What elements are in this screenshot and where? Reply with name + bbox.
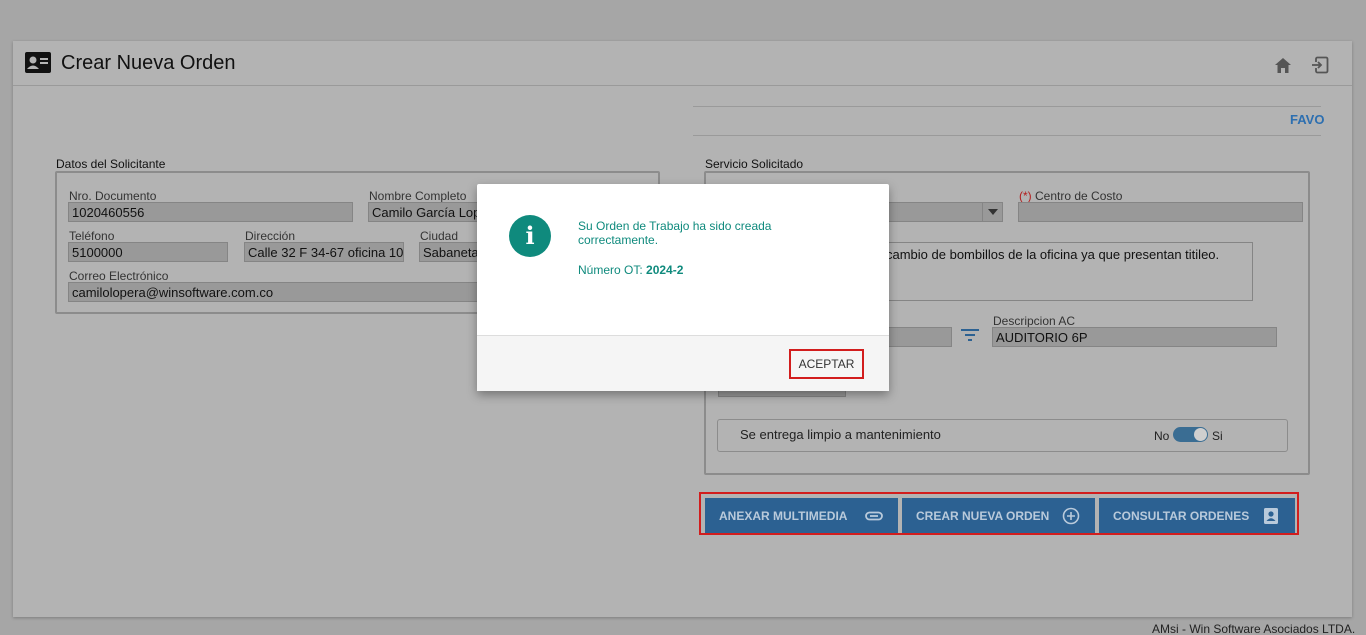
phone-label: Teléfono — [69, 229, 115, 243]
doc-label: Nro. Documento — [69, 189, 157, 203]
desc-ac-field[interactable]: AUDITORIO 6P — [992, 327, 1277, 347]
dialog-message: Su Orden de Trabajo ha sido creada corre… — [578, 219, 772, 247]
required-mark: (*) — [1019, 189, 1032, 203]
logout-icon[interactable] — [1311, 56, 1329, 74]
action-buttons-group: ANEXAR MULTIMEDIA CREAR NUEVA ORDEN CONS… — [699, 492, 1299, 535]
toggle-no-label: No — [1154, 429, 1170, 443]
consult-orders-label: CONSULTAR ORDENES — [1113, 508, 1250, 523]
id-card-icon — [25, 52, 51, 73]
contact-icon — [1264, 508, 1278, 524]
desc-ac-label: Descripcion AC — [993, 314, 1076, 328]
address-field[interactable]: Calle 32 F 34-67 oficina 10 — [244, 242, 404, 262]
servicio-title: Servicio Solicitado — [705, 157, 804, 171]
link-icon — [865, 511, 883, 521]
cost-center-label: (*) Centro de Costo — [1019, 189, 1122, 203]
dialog-body: i Su Orden de Trabajo ha sido creada cor… — [477, 184, 889, 335]
cost-center-label-text: Centro de Costo — [1031, 189, 1123, 203]
clean-delivery-label: Se entrega limpio a mantenimiento — [740, 427, 941, 442]
tab-favorites[interactable]: FAVO — [1290, 112, 1324, 127]
address-label: Dirección — [245, 229, 296, 243]
clean-delivery-toggle[interactable] — [1173, 427, 1208, 442]
city-label: Ciudad — [420, 229, 459, 243]
order-number: Número OT: 2024-2 — [578, 263, 683, 277]
order-number-label: Número OT: — [578, 263, 647, 277]
create-order-button[interactable]: CREAR NUEVA ORDEN — [902, 498, 1095, 533]
footer-text: AMsi - Win Software Asociados LTDA. — [1152, 622, 1356, 635]
ac-code-field[interactable] — [888, 327, 952, 347]
success-dialog: i Su Orden de Trabajo ha sido creada cor… — [477, 184, 889, 391]
filter-icon[interactable] — [961, 328, 979, 342]
tabs-bottom-divider — [693, 135, 1321, 136]
description-textarea[interactable]: cambio de bombillos de la oficina ya que… — [873, 242, 1253, 301]
info-icon: i — [509, 215, 551, 257]
cost-center-field[interactable] — [1018, 202, 1303, 222]
email-label: Correo Electrónico — [69, 269, 169, 283]
attach-multimedia-button[interactable]: ANEXAR MULTIMEDIA — [705, 498, 898, 533]
toggle-si-label: Si — [1212, 429, 1223, 443]
accept-button[interactable]: ACEPTAR — [789, 349, 864, 379]
home-icon[interactable] — [1274, 57, 1292, 74]
solicitante-title: Datos del Solicitante — [56, 157, 166, 171]
create-order-label: CREAR NUEVA ORDEN — [916, 508, 1050, 523]
doc-field[interactable]: 1020460556 — [68, 202, 353, 222]
attach-multimedia-label: ANEXAR MULTIMEDIA — [719, 508, 848, 523]
order-number-value: 2024-2 — [646, 263, 684, 277]
name-label: Nombre Completo — [369, 189, 467, 203]
consult-orders-button[interactable]: CONSULTAR ORDENES — [1099, 498, 1295, 533]
page-title: Crear Nueva Orden — [61, 52, 236, 74]
tabs-top-divider — [693, 106, 1321, 107]
clean-delivery-row: Se entrega limpio a mantenimiento No Si — [717, 419, 1288, 452]
card-header: Crear Nueva Orden — [13, 41, 1352, 86]
toggle-knob — [1194, 428, 1207, 441]
phone-field[interactable]: 5100000 — [68, 242, 228, 262]
dialog-footer: ACEPTAR — [477, 335, 889, 391]
add-circle-icon — [1062, 507, 1080, 525]
chevron-down-icon[interactable] — [982, 202, 1002, 222]
